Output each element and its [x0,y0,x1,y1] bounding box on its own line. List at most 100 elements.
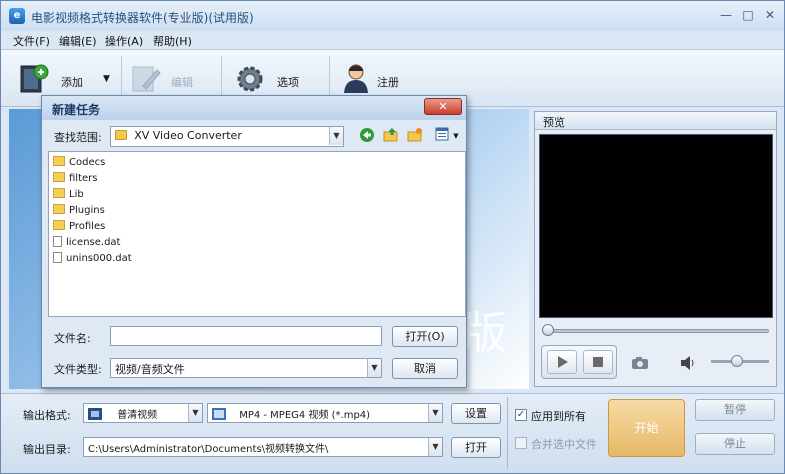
title-bar: e 电影视频格式转换器软件(专业版)(试用版) — □ ✕ [1,1,784,31]
folder-icon [53,204,65,214]
list-item-label: Lib [69,189,84,200]
pause-button[interactable]: 暂停 [695,399,775,421]
close-icon[interactable]: ✕ [761,7,779,23]
list-item[interactable]: Lib [53,187,84,203]
list-item[interactable]: filters [53,171,97,187]
list-item-label: Codecs [69,157,106,168]
settings-button[interactable]: 设置 [451,403,501,424]
add-dropdown-icon[interactable]: ▼ [103,74,110,84]
up-folder-button[interactable] [382,127,400,145]
chevron-down-icon[interactable]: ▼ [453,132,458,140]
filetype-value: 视频/音频文件 [115,363,185,376]
chevron-down-icon[interactable]: ▼ [428,438,442,456]
options-label: 选项 [277,76,299,89]
stop-playback-button[interactable] [583,350,613,374]
list-item-label: unins000.dat [66,253,132,264]
lookin-label: 查找范围: [54,131,102,144]
format-category-select[interactable]: 普清视频 ▼ [83,403,203,423]
dialog-cancel-button[interactable]: 取消 [392,358,458,379]
up-folder-icon [383,128,398,142]
menu-file[interactable]: 文件(F) [13,33,50,49]
stop-button[interactable]: 停止 [695,433,775,455]
file-list[interactable]: Codecs filters Lib Plugins Profiles lice… [48,151,466,317]
list-item[interactable]: Profiles [53,219,105,235]
add-label: 添加 [61,76,83,89]
gear-icon [237,66,263,92]
folder-icon [115,130,127,140]
menu-action[interactable]: 操作(A) [105,33,143,49]
file-icon [53,252,62,263]
menu-help[interactable]: 帮助(H) [153,33,192,49]
chevron-down-icon[interactable]: ▼ [367,359,381,377]
play-button[interactable] [547,350,577,374]
file-icon [53,236,62,247]
video-screen [539,134,773,318]
menu-edit[interactable]: 编辑(E) [59,33,97,49]
menu-bar: 文件(F) 编辑(E) 操作(A) 帮助(H) [1,31,784,49]
list-item[interactable]: unins000.dat [53,251,132,267]
preview-panel: 预览 [534,111,777,387]
back-button[interactable] [358,127,376,145]
folder-icon [53,156,65,166]
merge-label: 合并选中文件 [531,438,597,451]
list-item-label: filters [69,173,98,184]
add-file-icon [20,64,49,93]
volume-handle[interactable] [731,355,743,367]
camera-icon [632,357,648,369]
list-item-label: Plugins [69,205,105,216]
dialog-close-icon[interactable]: ✕ [424,98,462,115]
lookin-select[interactable]: XV Video Converter ▼ [110,126,344,147]
output-dir-value: C:\Users\Administrator\Documents\视频转换文件\ [88,444,329,455]
merge-checkbox[interactable] [515,437,527,449]
start-button[interactable]: 开始 [608,399,685,457]
output-format-label: 输出格式: [23,409,71,422]
play-icon [558,356,568,368]
list-item-label: license.dat [66,237,121,248]
dialog-open-button[interactable]: 打开(O) [392,326,458,347]
edit-icon [132,66,161,92]
filetype-select[interactable]: 视频/音频文件 ▼ [110,358,382,378]
main-window: e 电影视频格式转换器软件(专业版)(试用版) — □ ✕ 文件(F) 编辑(E… [0,0,785,474]
register-label: 注册 [377,76,399,89]
new-task-dialog: 新建任务 ✕ 查找范围: XV Video Converter ▼ ▼ Code… [41,95,467,388]
filename-label: 文件名: [54,332,91,345]
list-item[interactable]: license.dat [53,235,120,251]
output-dir-label: 输出目录: [23,443,71,456]
lookin-value: XV Video Converter [134,129,242,142]
chevron-down-icon[interactable]: ▼ [428,404,442,422]
back-arrow-icon [360,128,374,142]
output-format-value: MP4 - MPEG4 视频 (*.mp4) [239,410,371,421]
list-item[interactable]: Plugins [53,203,105,219]
maximize-icon[interactable]: □ [739,7,757,23]
chevron-down-icon[interactable]: ▼ [329,127,343,145]
minimize-icon[interactable]: — [717,7,735,23]
seek-bar[interactable] [547,329,769,333]
folder-icon [53,188,65,198]
snapshot-button[interactable] [631,356,649,373]
video-file-icon [212,408,226,420]
new-folder-button[interactable] [406,127,424,145]
window-title: 电影视频格式转换器软件(专业版)(试用版) [31,11,254,25]
app-icon: e [9,8,25,24]
seek-handle[interactable] [542,324,554,336]
volume-button[interactable] [679,355,697,374]
view-list-icon [435,127,449,141]
output-dir-select[interactable]: C:\Users\Administrator\Documents\视频转换文件\… [83,437,443,457]
chevron-down-icon[interactable]: ▼ [188,404,202,422]
film-icon [88,408,102,420]
list-item-label: Profiles [69,221,106,232]
apply-all-checkbox[interactable]: ✓ [515,409,527,421]
edit-label: 编辑 [171,76,193,89]
stop-icon [593,357,603,367]
list-item[interactable]: Codecs [53,155,105,171]
volume-icon [681,356,694,370]
folder-icon [53,172,65,182]
open-dir-button[interactable]: 打开 [451,437,501,458]
view-menu-button[interactable]: ▼ [432,127,462,145]
output-format-select[interactable]: MP4 - MPEG4 视频 (*.mp4) ▼ [207,403,443,423]
filename-input[interactable] [110,326,382,346]
preview-title: 预览 [535,112,776,130]
apply-all-label: 应用到所有 [531,410,586,423]
filetype-label: 文件类型: [54,363,102,376]
dialog-title-bar: 新建任务 ✕ [42,96,466,120]
